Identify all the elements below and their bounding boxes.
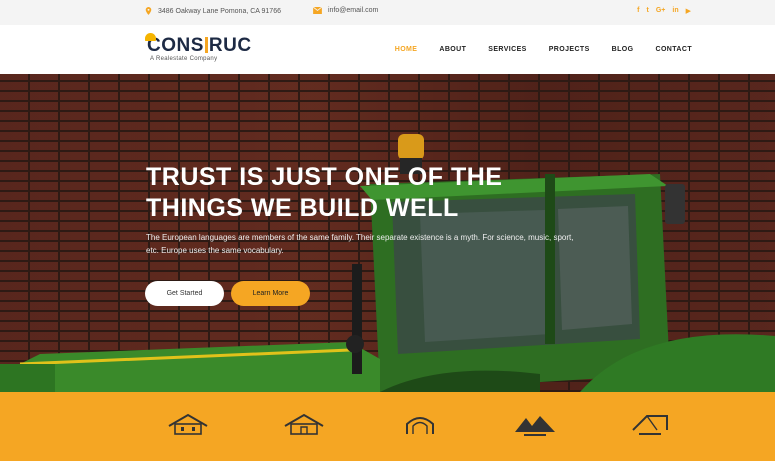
nav-blog[interactable]: BLOG [612,46,634,53]
partners-strip [0,392,775,461]
location-pin-icon [145,7,152,15]
nav-contact[interactable]: CONTACT [656,46,693,53]
house-logo-icon [168,413,208,435]
partner-logo-5 [625,412,675,444]
logo[interactable]: CONS RUC A Realestate Company [145,33,252,62]
hero-section: TRUST IS JUST ONE OF THE THINGS WE BUILD… [0,74,775,392]
partner-logo-3 [395,412,445,444]
house-logo-icon [284,413,324,435]
logo-t-bar [204,37,208,53]
email-text[interactable]: info@email.com [328,7,378,14]
learn-more-button[interactable]: Learn More [231,281,310,306]
mountain-logo-icon [515,416,555,436]
hero-title-line2: THINGS WE BUILD WELL [146,194,459,222]
partner-logo-2 [279,412,329,444]
roof-logo-icon [632,415,668,435]
get-started-button[interactable]: Get Started [145,281,224,306]
linkedin-icon[interactable]: in [672,7,678,15]
address-info: 3486 Oakway Lane Pomona, CA 91766 [145,7,281,15]
partner-logo-1 [163,412,213,444]
main-nav: HOME ABOUT SERVICES PROJECTS BLOG CONTAC… [395,46,692,53]
twitter-icon[interactable]: t [646,7,648,15]
nav-home[interactable]: HOME [395,46,418,53]
hard-hat-icon [145,33,156,41]
address-text: 3486 Oakway Lane Pomona, CA 91766 [158,7,281,15]
arch-logo-icon [406,417,434,434]
partner-logo-4 [510,412,560,444]
logo-wordmark: CONS RUC [145,33,252,56]
email-info[interactable]: info@email.com [313,7,378,14]
youtube-icon[interactable]: ▶ [686,7,691,15]
nav-about[interactable]: ABOUT [439,46,466,53]
nav-services[interactable]: SERVICES [488,46,526,53]
hero-title: TRUST IS JUST ONE OF THE THINGS WE BUILD… [146,162,502,224]
logo-tagline: A Realestate Company [150,56,218,62]
hero-title-line1: TRUST IS JUST ONE OF THE [146,163,503,191]
google-plus-icon[interactable]: G+ [656,7,666,15]
hero-description: The European languages are members of th… [146,233,574,255]
social-links: f t G+ in ▶ [637,7,691,15]
logo-name-right: RUC [208,35,252,56]
facebook-icon[interactable]: f [637,7,639,15]
top-bar: 3486 Oakway Lane Pomona, CA 91766 info@e… [0,0,775,25]
site-header: CONS RUC A Realestate Company HOME ABOUT … [0,25,775,74]
mail-icon [313,7,322,14]
nav-projects[interactable]: PROJECTS [549,46,590,53]
